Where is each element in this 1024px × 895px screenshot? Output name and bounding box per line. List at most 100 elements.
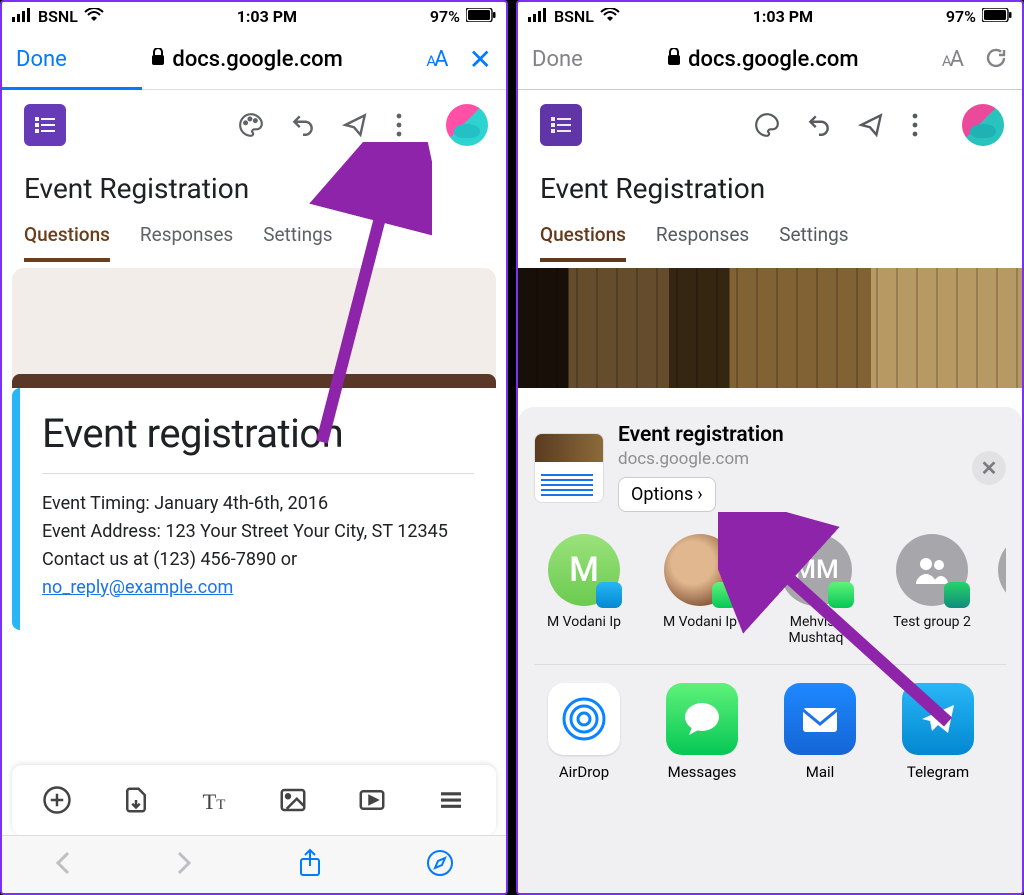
- right-screenshot: BSNL 1:03 PM 97% Done docs.google.com AA: [516, 0, 1024, 895]
- share-app-mail[interactable]: Mail: [770, 683, 870, 781]
- undo-icon[interactable]: [290, 112, 316, 138]
- forward-button: [175, 849, 193, 881]
- contact-label: Test group 2: [882, 614, 982, 630]
- share-close-button[interactable]: ✕: [972, 451, 1006, 485]
- back-button: [54, 849, 72, 881]
- telegram-badge-icon: [596, 582, 622, 608]
- share-contact-more[interactable]: [998, 534, 1006, 646]
- lock-icon: [666, 47, 682, 72]
- safari-toolbar: Done docs.google.com AA ✕: [2, 30, 506, 90]
- chevron-right-icon: ›: [697, 484, 702, 505]
- address-bar[interactable]: docs.google.com: [150, 47, 342, 72]
- share-contact[interactable]: M Vodani Ip: [650, 534, 750, 646]
- share-contacts-row[interactable]: M M Vodani Ip M Vodani Ip MM Mehvish Mus…: [534, 534, 1006, 665]
- wifi-icon: [600, 7, 620, 26]
- clock: 1:03 PM: [237, 7, 297, 26]
- contact-email-link[interactable]: no_reply@example.com: [42, 577, 233, 598]
- form-header-image-placeholder: [12, 268, 496, 388]
- more-icon[interactable]: [394, 112, 420, 138]
- tab-responses: Responses: [656, 223, 749, 262]
- google-forms-header: [2, 90, 506, 160]
- open-in-safari-button[interactable]: [426, 849, 454, 881]
- share-preview-thumbnail: [534, 433, 604, 503]
- import-questions-icon[interactable]: [121, 785, 151, 815]
- contact-label: M Vodani Ip: [650, 614, 750, 630]
- loading-progress: [2, 87, 142, 90]
- form-title-card[interactable]: Event registration Event Timing: January…: [12, 388, 496, 630]
- contact-text: Contact us at (123) 456-7890 or: [42, 549, 297, 570]
- app-label: Messages: [652, 763, 752, 781]
- battery-icon: [982, 7, 1012, 26]
- whatsapp-badge-icon: [944, 582, 970, 608]
- add-video-icon[interactable]: [357, 785, 387, 815]
- wifi-icon: [84, 7, 104, 26]
- messages-badge-icon: [828, 582, 854, 608]
- app-label: AirDrop: [534, 763, 634, 781]
- messages-badge-icon: [712, 582, 738, 608]
- add-section-icon[interactable]: [436, 785, 466, 815]
- status-bar: BSNL 1:03 PM 97%: [518, 2, 1022, 30]
- share-title: Event registration: [618, 423, 784, 447]
- reload-button: [984, 46, 1008, 74]
- palette-icon[interactable]: [238, 112, 264, 138]
- add-title-icon[interactable]: TT: [200, 785, 230, 815]
- app-label: Mail: [770, 763, 870, 781]
- battery-percent: 97%: [946, 7, 976, 26]
- form-title: Event Registration: [2, 160, 506, 205]
- app-label: Telegram: [888, 763, 988, 781]
- share-app-airdrop[interactable]: AirDrop: [534, 683, 634, 781]
- event-timing-text: Event Timing: January 4th-6th, 2016: [42, 493, 328, 514]
- tab-questions: Questions: [540, 223, 626, 262]
- form-heading[interactable]: Event registration: [42, 410, 474, 457]
- add-question-icon[interactable]: [42, 785, 72, 815]
- carrier-label: BSNL: [554, 7, 594, 26]
- share-app-messages[interactable]: Messages: [652, 683, 752, 781]
- share-domain: docs.google.com: [618, 449, 784, 469]
- lock-icon: [150, 47, 166, 72]
- form-title: Event Registration: [518, 160, 1022, 205]
- contact-label: M Vodani Ip: [534, 614, 634, 630]
- signal-icon: [528, 7, 548, 26]
- url-text: docs.google.com: [688, 47, 858, 72]
- profile-avatar[interactable]: [446, 104, 488, 146]
- share-app-telegram[interactable]: Telegram: [888, 683, 988, 781]
- ios-share-sheet: Event registration docs.google.com Optio…: [518, 407, 1022, 893]
- tab-responses[interactable]: Responses: [140, 223, 233, 262]
- safari-toolbar: Done docs.google.com AA: [518, 30, 1022, 90]
- share-contact[interactable]: M M Vodani Ip: [534, 534, 634, 646]
- stop-loading-button[interactable]: ✕: [469, 43, 492, 76]
- add-image-icon[interactable]: [278, 785, 308, 815]
- send-icon: [858, 112, 884, 138]
- svg-text:T: T: [202, 789, 216, 814]
- share-contact[interactable]: Test group 2: [882, 534, 982, 646]
- share-apps-row[interactable]: AirDrop Messages Mail Telegram: [534, 683, 1006, 781]
- contact-label: Mehvish Mushtaq: [766, 614, 866, 646]
- status-bar: BSNL 1:03 PM 97%: [2, 2, 506, 30]
- address-bar[interactable]: docs.google.com: [666, 47, 858, 72]
- palette-icon: [754, 112, 780, 138]
- url-text: docs.google.com: [172, 47, 342, 72]
- event-address-text: Event Address: 123 Your Street Your City…: [42, 521, 448, 542]
- form-header-image: [518, 268, 1022, 388]
- tab-questions[interactable]: Questions: [24, 223, 110, 262]
- form-tabs: Questions Responses Settings: [518, 205, 1022, 262]
- forms-logo-icon[interactable]: [24, 104, 66, 146]
- battery-percent: 97%: [430, 7, 460, 26]
- clock: 1:03 PM: [753, 7, 813, 26]
- carrier-label: BSNL: [38, 7, 78, 26]
- share-contact[interactable]: MM Mehvish Mushtaq: [766, 534, 866, 646]
- form-element-toolbar: TT: [12, 765, 496, 835]
- signal-icon: [12, 7, 32, 26]
- reader-aa-button: AA: [942, 47, 962, 72]
- form-tabs: Questions Responses Settings: [2, 205, 506, 262]
- battery-icon: [466, 7, 496, 26]
- tab-settings[interactable]: Settings: [263, 223, 332, 262]
- share-button[interactable]: [297, 848, 323, 882]
- done-button[interactable]: Done: [16, 47, 67, 72]
- reader-aa-button[interactable]: AA: [426, 47, 446, 72]
- forms-logo-icon: [540, 104, 582, 146]
- svg-text:T: T: [216, 797, 225, 813]
- send-icon[interactable]: [342, 112, 368, 138]
- share-options-button[interactable]: Options ›: [618, 477, 716, 512]
- done-button[interactable]: Done: [532, 47, 583, 72]
